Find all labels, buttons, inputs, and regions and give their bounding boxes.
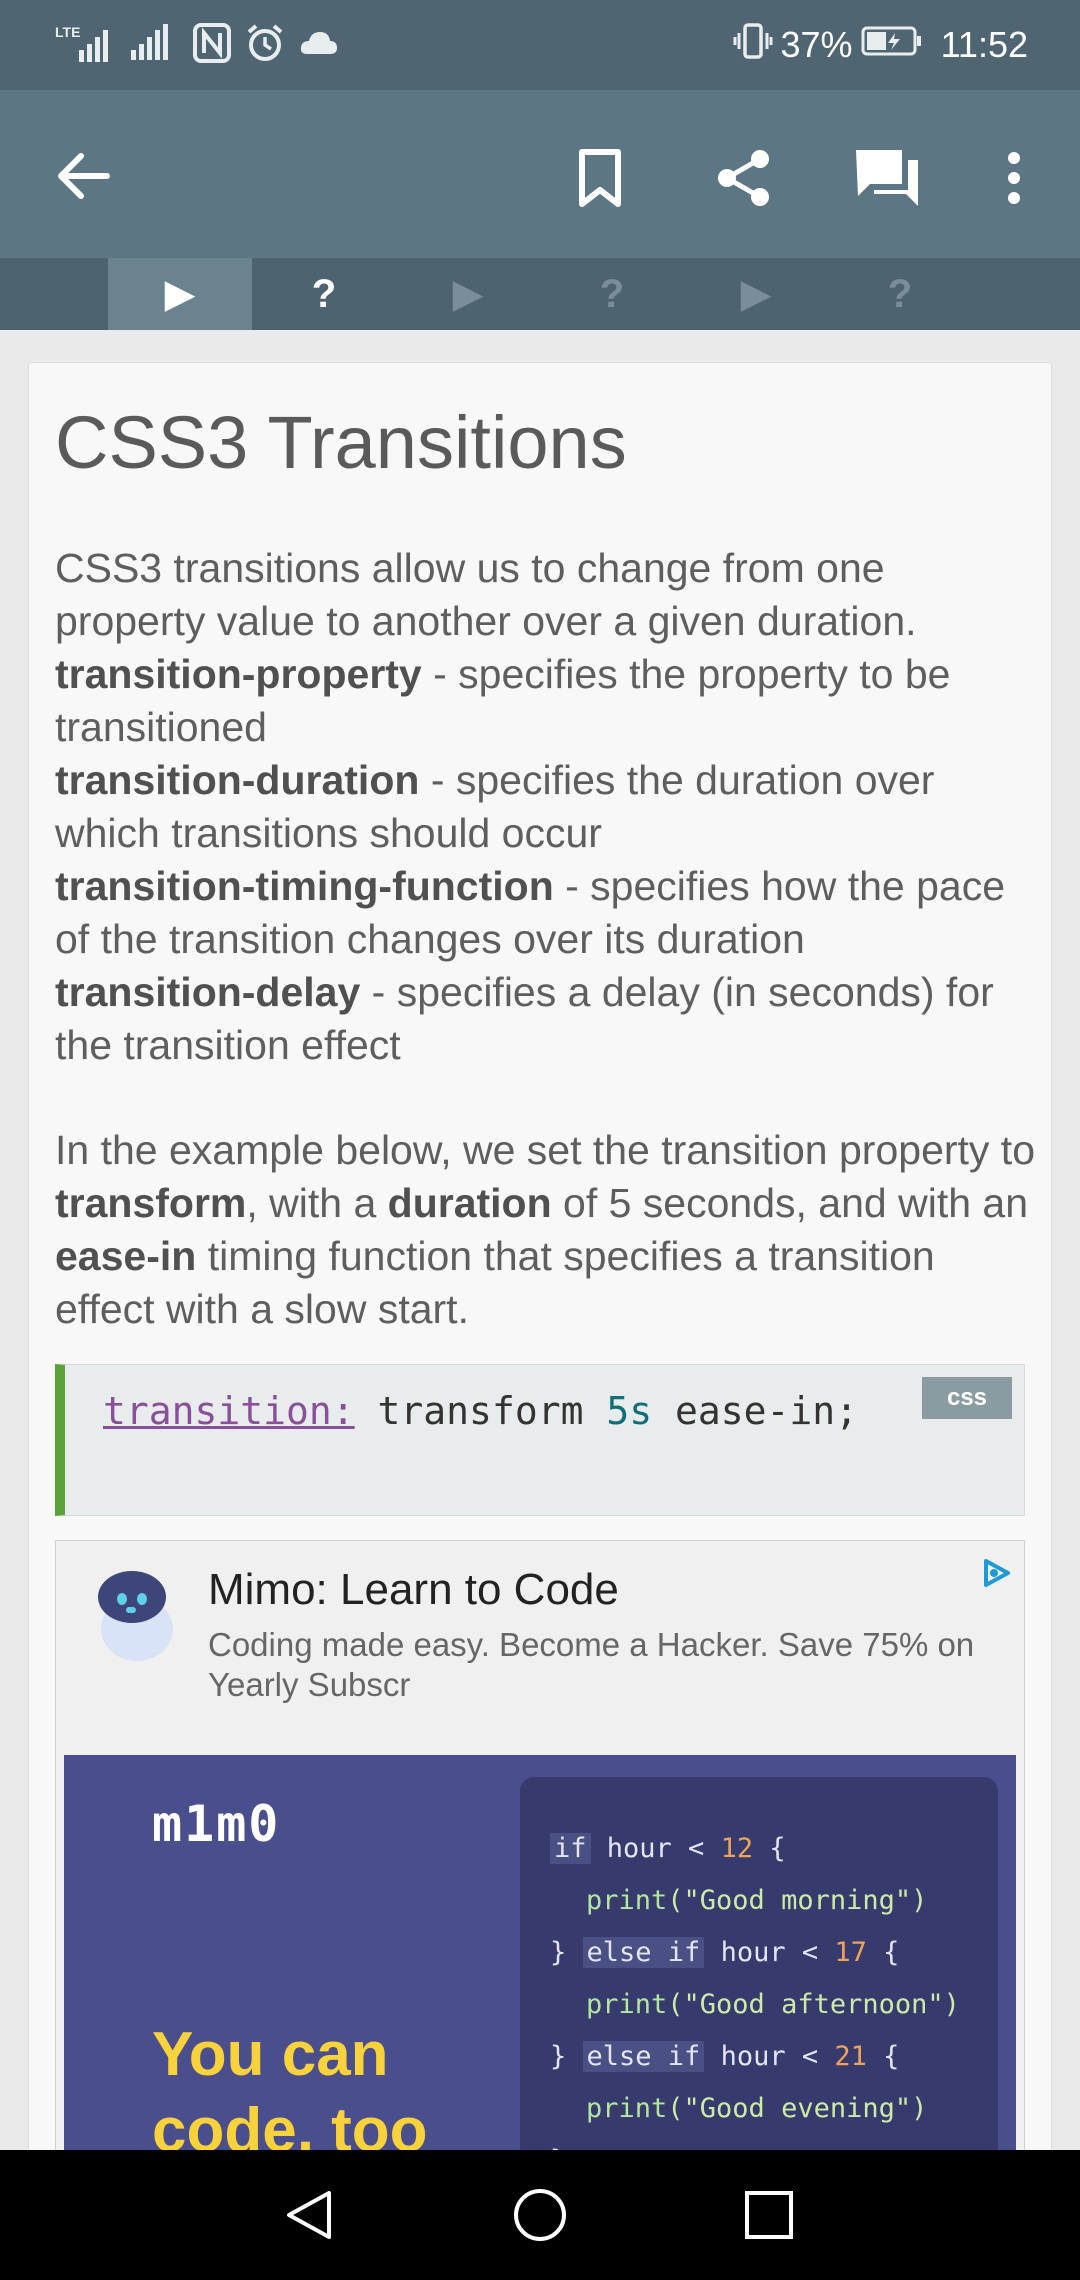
share-button[interactable] <box>704 140 784 216</box>
step-6-quiz[interactable]: ? <box>828 258 972 330</box>
example-text-part: , with a <box>246 1180 388 1226</box>
step-2-quiz[interactable]: ? <box>252 258 396 330</box>
language-badge: css <box>922 1377 1012 1419</box>
code-value: ease-in; <box>652 1389 859 1433</box>
status-left-icons: LTE <box>55 22 339 69</box>
step-1-lesson[interactable]: ▶ <box>108 258 252 330</box>
play-icon: ▶ <box>740 272 772 316</box>
ad-description: Coding made easy. Become a Hacker. Save … <box>208 1626 975 1703</box>
ad-code-line: if hour < 12 { <box>550 1833 786 1864</box>
code-text: hour < <box>590 1833 721 1864</box>
code-number: 17 <box>834 1937 867 1968</box>
term-transition-property: transition-property <box>55 651 422 697</box>
code-number: 21 <box>834 2041 867 2072</box>
more-options-button[interactable] <box>986 140 1042 216</box>
code-text: } <box>550 1937 583 1968</box>
code-text: { <box>753 1833 786 1864</box>
code-property-link[interactable]: transition: <box>103 1389 355 1433</box>
step-3-lesson[interactable]: ▶ <box>396 258 540 330</box>
back-button[interactable] <box>40 140 126 212</box>
code-string: ("Good morning") <box>667 1885 928 1916</box>
clock: 11:52 <box>940 24 1028 65</box>
nav-recents-button[interactable] <box>734 2180 804 2250</box>
ad-code-line: } else if hour < 21 { <box>550 2041 899 2072</box>
example-bold-ease-in: ease-in <box>55 1233 197 1279</box>
status-right-icons: 37% 11:52 <box>733 20 1028 70</box>
lesson-steps: ▶ ? ▶ ? ▶ ? <box>0 258 1080 330</box>
example-bold-duration: duration <box>387 1180 552 1226</box>
code-keyword: else if <box>582 2041 705 2072</box>
code-number: 12 <box>720 1833 754 1864</box>
battery-percent: 37% <box>780 24 853 65</box>
alarm-icon <box>245 23 285 68</box>
back-arrow-icon <box>58 153 110 199</box>
term-transition-timing-function: transition-timing-function <box>55 863 554 909</box>
system-nav-bar <box>0 2150 1080 2280</box>
code-text: { <box>866 1937 900 1968</box>
code-string: ("Good evening") <box>667 2093 928 2124</box>
more-vertical-icon <box>1008 152 1020 204</box>
ad-choices-icon[interactable] <box>978 1555 1014 1596</box>
bookmark-icon <box>579 149 621 207</box>
comments-icon <box>856 150 918 206</box>
ad-slogan: You can code, too <box>152 2020 428 2165</box>
vibrate-icon <box>733 21 773 70</box>
step-4-quiz[interactable]: ? <box>540 258 684 330</box>
status-bar: LTE 37% 11:52 <box>0 0 1080 90</box>
code-block: transition: transform 5s ease-in; css <box>55 1364 1025 1516</box>
question-icon: ? <box>311 271 337 316</box>
cloud-icon <box>299 28 339 63</box>
bookmark-button[interactable] <box>560 140 640 216</box>
ad-title[interactable]: Mimo: Learn to Code <box>208 1565 619 1615</box>
code-keyword: if <box>550 1833 591 1864</box>
code-function: print <box>586 1989 668 2020</box>
lte-signal-icon: LTE <box>55 24 113 66</box>
ad-code-line: } else if hour < 17 { <box>550 1937 899 1968</box>
code-keyword: else if <box>582 1937 705 1968</box>
intro-text: CSS3 transitions allow us to change from… <box>55 545 917 644</box>
lesson-title: CSS3 Transitions <box>55 401 627 484</box>
nav-recents-icon <box>745 2191 793 2239</box>
comments-button[interactable] <box>844 138 930 218</box>
code-value: transform <box>354 1389 607 1433</box>
code-number: 5s <box>606 1389 653 1433</box>
question-icon: ? <box>599 271 625 316</box>
example-bold-transform: transform <box>55 1180 247 1226</box>
code-text: { <box>866 2041 900 2072</box>
code-text: hour < <box>704 2041 835 2072</box>
toolbar <box>0 90 1080 258</box>
code-function: print <box>586 2093 668 2124</box>
code-text: hour < <box>704 1937 835 1968</box>
example-text-part: In the example below, we set the transit… <box>55 1127 1035 1173</box>
nav-back-icon <box>287 2191 331 2239</box>
nfc-icon <box>193 22 231 68</box>
lesson-example-text: In the example below, we set the transit… <box>55 1124 1035 1336</box>
battery-icon <box>861 24 923 66</box>
term-transition-delay: transition-delay <box>55 969 361 1015</box>
play-icon: ▶ <box>164 272 196 316</box>
code-line: transition: transform 5s ease-in; <box>103 1389 858 1433</box>
share-icon <box>718 150 769 206</box>
signal-icon <box>127 22 179 69</box>
nav-home-button[interactable] <box>505 2180 575 2250</box>
question-icon: ? <box>887 271 913 316</box>
code-string: ("Good afternoon") <box>667 1989 960 2020</box>
ad-code-line: print("Good afternoon") <box>586 1989 960 2020</box>
mimo-wordmark: m1m0 <box>152 1795 281 1853</box>
mimo-logo-icon <box>92 1567 182 1672</box>
code-text: } <box>550 2041 583 2072</box>
term-transition-duration: transition-duration <box>55 757 420 803</box>
example-text-part: of 5 sec­onds, and with an <box>551 1180 1029 1226</box>
step-5-lesson[interactable]: ▶ <box>684 258 828 330</box>
code-function: print <box>586 1885 668 1916</box>
nav-home-icon <box>514 2189 566 2241</box>
ad-code-line: print("Good morning") <box>586 1885 927 1916</box>
ad-code-line: print("Good evening") <box>586 2093 927 2124</box>
nav-back-button[interactable] <box>274 2180 344 2250</box>
lesson-intro: CSS3 transitions allow us to change from… <box>55 542 1035 1072</box>
play-icon: ▶ <box>452 272 484 316</box>
